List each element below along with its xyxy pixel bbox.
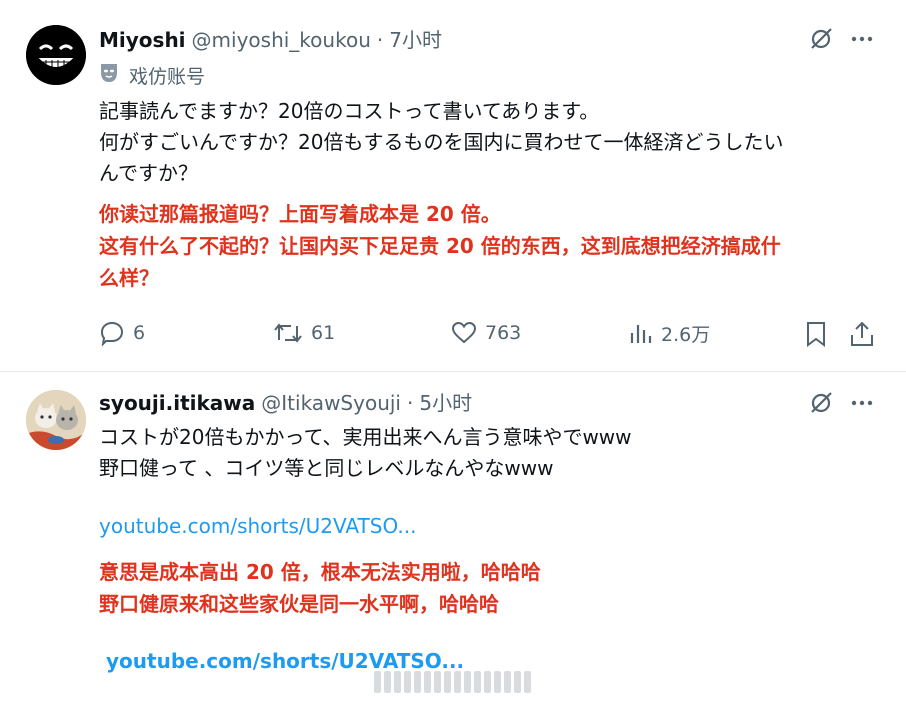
views-icon — [630, 324, 652, 343]
parody-label: 戏仿账号 — [129, 66, 206, 88]
translation-block: 你读过那篇报道吗？上面写着成本是 20 倍。 这有什么了不起的？让国内买下足足贵… — [99, 198, 879, 294]
tweet-text: 記事読んでますか？20倍のコストって書いてあります。 何がすごいんですか？20倍… — [99, 96, 879, 189]
separator-dot: · — [406, 391, 414, 415]
translation-line: 你读过那篇报道吗？上面写着成本是 20 倍。 — [99, 202, 501, 226]
retweet-count: 61 — [311, 322, 336, 344]
youtube-link[interactable]: youtube.com/shorts/U2VATSO... — [99, 514, 416, 538]
retweet-icon — [274, 323, 302, 343]
user-handle[interactable]: @miyoshi_koukou — [192, 27, 371, 53]
translation-line: 么样？ — [99, 266, 159, 290]
retweet-button[interactable]: 61 — [273, 320, 335, 346]
views-button[interactable]: 2.6万 — [629, 320, 710, 347]
bookmark-icon — [807, 322, 825, 347]
reply-count: 6 — [133, 322, 146, 344]
display-name[interactable]: syouji.itikawa — [99, 390, 255, 416]
bookmark-button[interactable] — [804, 320, 836, 348]
translation-line: 这有什么了不起的？让国内买下足足贵 20 倍的东西，这到底想把经济搞成什 — [99, 234, 781, 258]
tweet-text-line: コストが20倍もかかって、実用出来へん言う意味やでwww — [99, 425, 632, 449]
like-count: 763 — [485, 322, 522, 344]
display-name[interactable]: Miyoshi — [99, 27, 186, 53]
post-divider — [0, 371, 906, 372]
mask-icon — [99, 62, 119, 89]
tweet-text-line: 何がすごいんですか？20倍もするものを国内に買わせて一体経済どうしたい — [99, 130, 784, 154]
watermark — [374, 671, 531, 693]
timeline-feed: Miyoshi @miyoshi_koukou · 7小时 戏仿账号 記事読んで… — [0, 0, 906, 704]
user-handle[interactable]: @ItikawSyouji — [261, 390, 401, 416]
avatar[interactable] — [26, 390, 86, 450]
tweet-text-line: 記事読んでますか？20倍のコストって書いてあります。 — [99, 99, 600, 123]
view-count: 2.6万 — [661, 324, 711, 346]
author-row: Miyoshi @miyoshi_koukou · 7小时 — [99, 27, 442, 53]
more-icon[interactable] — [848, 389, 876, 417]
author-row: syouji.itikawa @ItikawSyouji · 5小时 — [99, 390, 472, 416]
tweet-text-line: んですか？ — [99, 161, 198, 185]
reply-icon — [100, 321, 124, 346]
parody-label-row: 戏仿账号 — [99, 62, 205, 89]
grok-icon[interactable] — [807, 25, 835, 53]
like-button[interactable]: 763 — [451, 320, 521, 346]
tweet-text: コストが20倍もかかって、実用出来へん言う意味やでwww 野口健って 、コイツ等… — [99, 422, 879, 484]
action-bar: 6 61 763 2.6万 — [99, 320, 879, 354]
translation-block: 意思是成本高出 20 倍，根本无法实用啦，哈哈哈 野口健原来和这些家伙是同一水平… — [99, 556, 879, 620]
tweet-miyoshi[interactable]: Miyoshi @miyoshi_koukou · 7小时 戏仿账号 記事読んで… — [0, 0, 906, 372]
translation-line: 意思是成本高出 20 倍，根本无法实用啦，哈哈哈 — [99, 560, 541, 584]
tweet-syouji[interactable]: syouji.itikawa @ItikawSyouji · 5小时 コストが2… — [0, 373, 906, 704]
share-button[interactable] — [849, 320, 883, 348]
post-time[interactable]: 5小时 — [419, 390, 472, 416]
share-icon — [851, 321, 873, 346]
reply-button[interactable]: 6 — [99, 320, 145, 346]
separator-dot: · — [376, 28, 384, 52]
translation-line: 野口健原来和这些家伙是同一水平啊，哈哈哈 — [99, 592, 499, 616]
tweet-text-line: 野口健って 、コイツ等と同じレベルなんやなwww — [99, 456, 554, 480]
post-time[interactable]: 7小时 — [389, 27, 442, 53]
avatar[interactable] — [26, 25, 86, 85]
translation-youtube-link[interactable]: youtube.com/shorts/U2VATSO... — [106, 649, 464, 673]
more-icon[interactable] — [848, 25, 876, 53]
heart-icon — [451, 321, 477, 344]
grok-icon[interactable] — [807, 389, 835, 417]
